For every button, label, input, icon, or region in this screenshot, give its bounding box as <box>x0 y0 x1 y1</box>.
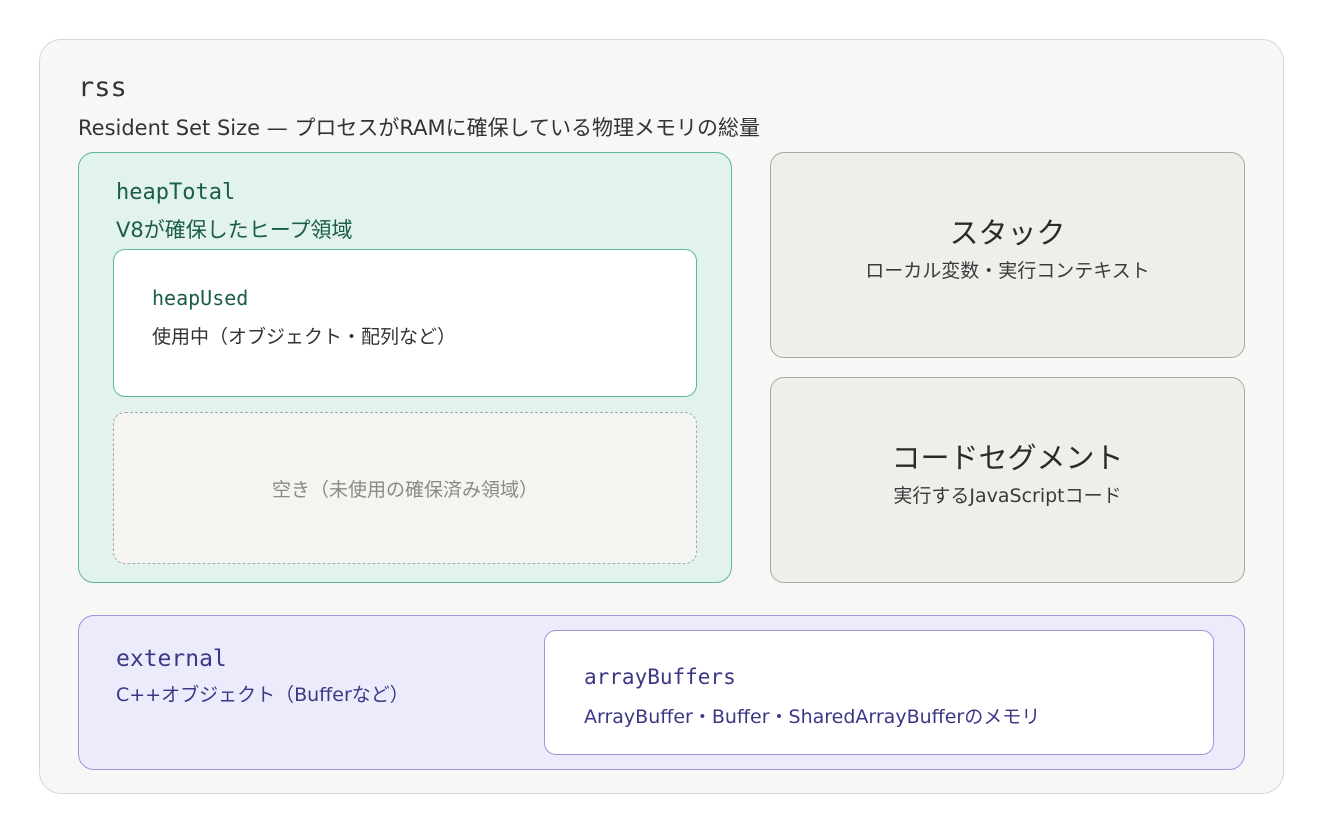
code-segment-title: コードセグメント <box>891 441 1124 475</box>
heap-free-region: 空き（未使用の確保済み領域） <box>113 412 697 564</box>
heap-free-label: 空き（未使用の確保済み領域） <box>271 478 538 501</box>
code-segment-region: コードセグメント 実行するJavaScriptコード <box>770 377 1245 583</box>
stack-region: スタック ローカル変数・実行コンテキスト <box>770 152 1245 358</box>
array-buffers-description: ArrayBuffer・Buffer・SharedArrayBufferのメモリ <box>584 706 1041 728</box>
heap-used-title: heapUsed <box>152 286 249 310</box>
external-title: external <box>116 646 227 672</box>
rss-description: Resident Set Size — プロセスがRAMに確保している物理メモリ… <box>78 116 761 140</box>
external-description: C++オブジェクト（Bufferなど） <box>116 684 409 706</box>
stack-description: ローカル変数・実行コンテキスト <box>865 260 1150 282</box>
stack-title: スタック <box>949 216 1066 250</box>
heap-total-description: V8が確保したヒープ領域 <box>116 218 353 242</box>
heap-used-description: 使用中（オブジェクト・配列など） <box>152 326 457 348</box>
heap-total-title: heapTotal <box>116 180 236 205</box>
code-segment-description: 実行するJavaScriptコード <box>893 485 1122 507</box>
array-buffers-title: arrayBuffers <box>584 665 736 689</box>
array-buffers-region <box>544 630 1214 755</box>
rss-title: rss <box>78 72 127 103</box>
